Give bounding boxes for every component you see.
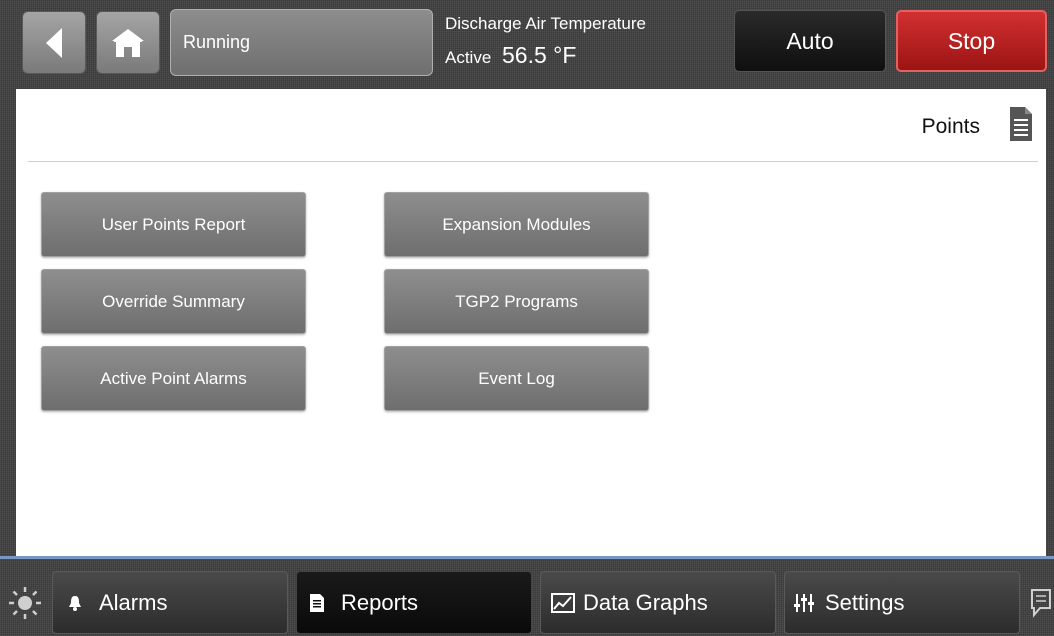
tab-label: Data Graphs — [583, 589, 708, 615]
bell-icon — [65, 595, 85, 611]
button-label: Active Point Alarms — [100, 368, 247, 388]
expansion-modules-button[interactable]: Expansion Modules — [384, 192, 649, 257]
button-label: Override Summary — [102, 291, 245, 311]
button-label: User Points Report — [101, 214, 246, 234]
temperature-readout: Discharge Air Temperature Active 56.5 °F — [445, 14, 725, 74]
bottom-accent-line — [0, 556, 1054, 559]
status-text: Running — [183, 32, 251, 52]
active-point-alarms-button[interactable]: Active Point Alarms — [41, 346, 306, 411]
tab-data-graphs[interactable]: Data Graphs — [540, 571, 776, 634]
home-button[interactable] — [96, 11, 160, 74]
auto-button[interactable]: Auto — [734, 10, 886, 72]
readout-state: Active — [445, 48, 492, 67]
button-label: Expansion Modules — [442, 214, 591, 234]
auto-label: Auto — [786, 27, 834, 54]
readout-value: 56.5 °F — [502, 42, 577, 68]
chat-icon[interactable] — [1030, 588, 1052, 618]
document-icon — [307, 593, 327, 612]
home-icon — [112, 28, 144, 57]
reports-panel: Points User Points Report Override Summa… — [16, 89, 1046, 557]
tab-label: Alarms — [99, 589, 168, 615]
sliders-icon — [793, 593, 815, 613]
back-button[interactable] — [22, 11, 86, 74]
header-divider — [28, 161, 1038, 162]
document-icon — [1010, 107, 1032, 141]
stop-button[interactable]: Stop — [896, 10, 1047, 72]
user-points-report-button[interactable]: User Points Report — [41, 192, 306, 257]
readout-label: Discharge Air Temperature — [445, 14, 646, 33]
tab-settings[interactable]: Settings — [784, 571, 1020, 634]
tab-alarms[interactable]: Alarms — [52, 571, 288, 634]
tab-label: Settings — [825, 589, 905, 615]
chart-icon — [551, 592, 575, 613]
button-label: Event Log — [478, 368, 555, 388]
override-summary-button[interactable]: Override Summary — [41, 269, 306, 334]
event-log-button[interactable]: Event Log — [384, 346, 649, 411]
status-display: Running — [170, 9, 433, 76]
button-label: TGP2 Programs — [455, 291, 578, 311]
back-arrow-icon — [46, 27, 62, 58]
tab-reports[interactable]: Reports — [296, 571, 532, 634]
tgp2-programs-button[interactable]: TGP2 Programs — [384, 269, 649, 334]
brightness-icon[interactable] — [8, 586, 42, 620]
tab-label: Reports — [341, 589, 419, 615]
panel-title: Points — [921, 115, 980, 138]
stop-label: Stop — [947, 27, 996, 54]
